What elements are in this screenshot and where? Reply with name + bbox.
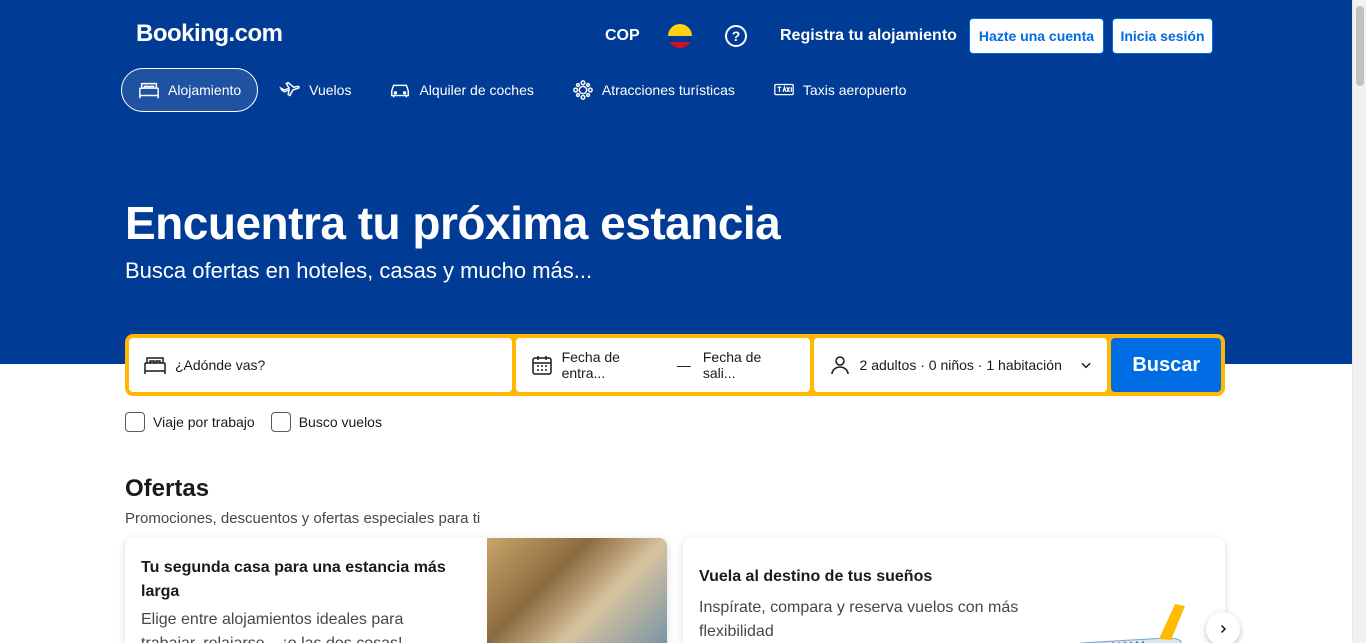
scrollbar[interactable] xyxy=(1352,0,1366,643)
flights-checkbox[interactable]: Busco vuelos xyxy=(270,412,382,432)
main-nav: Alojamiento Vuelos Alquiler de coches At… xyxy=(121,68,927,112)
work-trip-checkbox[interactable]: Viaje por trabajo xyxy=(125,412,255,432)
search-bar: ¿Adónde vas? Fecha de entra... — Fecha d… xyxy=(125,334,1225,396)
date-separator: — xyxy=(676,357,691,373)
guests-selector[interactable]: 2 adultos · 0 niños · 1 habitación xyxy=(813,338,1108,392)
hero-title: Encuentra tu próxima estancia xyxy=(125,197,781,249)
search-button[interactable]: Buscar xyxy=(1111,338,1222,392)
taxi-icon xyxy=(774,83,794,96)
offers-subtitle: Promociones, descuentos y ofertas especi… xyxy=(125,510,481,527)
date-picker[interactable]: Fecha de entra... — Fecha de sali... xyxy=(515,338,810,392)
hero-subtitle: Busca ofertas en hoteles, casas y mucho … xyxy=(125,258,593,283)
carousel-next-button[interactable] xyxy=(1206,612,1240,643)
checkout-date[interactable]: Fecha de sali... xyxy=(703,349,796,381)
scrollbar-thumb[interactable] xyxy=(1356,6,1364,86)
offer-card-text: Inspírate, compara y reserva vuelos con … xyxy=(699,599,1019,640)
sign-in-button[interactable]: Inicia sesión xyxy=(1112,18,1213,54)
car-icon xyxy=(391,84,410,98)
nav-tab-label: Atracciones turísticas xyxy=(601,82,735,98)
offers-title: Ofertas xyxy=(125,475,210,502)
search-options: Viaje por trabajo Busco vuelos xyxy=(125,412,382,432)
nav-tab-car-rental[interactable]: Alquiler de coches xyxy=(372,68,550,112)
nav-tab-flights[interactable]: Vuelos xyxy=(262,68,368,112)
airplane-illustration xyxy=(1080,604,1185,643)
calendar-icon xyxy=(531,356,552,375)
nav-tab-label: Taxis aeropuerto xyxy=(802,82,907,98)
destination-placeholder: ¿Adónde vas? xyxy=(175,357,266,373)
destination-input[interactable]: ¿Adónde vas? xyxy=(129,338,512,392)
nav-tab-label: Vuelos xyxy=(309,82,352,98)
nav-tab-label: Alquiler de coches xyxy=(419,82,534,98)
bed-icon xyxy=(144,357,166,374)
offer-card-long-stays[interactable]: Tu segunda casa para una estancia más la… xyxy=(125,538,667,643)
booking-logo[interactable]: Booking.com xyxy=(136,20,283,48)
offer-card-title: Vuela al destino de tus sueños xyxy=(699,568,933,585)
bed-icon xyxy=(139,82,159,99)
nav-tab-attractions[interactable]: Atracciones turísticas xyxy=(555,68,752,112)
person-icon xyxy=(830,356,849,375)
chevron-down-icon xyxy=(1081,362,1092,369)
chevron-right-icon xyxy=(1220,624,1227,634)
nav-tab-label: Alojamiento xyxy=(168,82,242,98)
register-property-link[interactable]: Registra tu alojamiento xyxy=(780,27,957,45)
nav-tab-stays[interactable]: Alojamiento xyxy=(121,68,259,112)
flights-label: Busco vuelos xyxy=(298,414,382,430)
language-flag-icon[interactable] xyxy=(668,24,692,48)
guests-summary: 2 adultos · 0 niños · 1 habitación xyxy=(859,357,1062,373)
offer-card-flights[interactable]: Vuela al destino de tus sueños Inspírate… xyxy=(683,538,1225,643)
currency-selector[interactable]: COP xyxy=(605,27,640,45)
hero-banner xyxy=(0,0,1352,364)
work-trip-label: Viaje por trabajo xyxy=(153,414,255,430)
nav-tab-airport-taxis[interactable]: Taxis aeropuerto xyxy=(756,68,924,112)
help-icon[interactable]: ? xyxy=(725,25,747,47)
plane-icon xyxy=(279,81,300,97)
attractions-icon xyxy=(572,80,593,100)
offer-card-image xyxy=(487,538,667,643)
checkin-date[interactable]: Fecha de entra... xyxy=(562,349,665,381)
checkbox-box[interactable] xyxy=(125,412,145,432)
offer-card-title: Tu segunda casa para una estancia más la… xyxy=(141,559,446,600)
create-account-button[interactable]: Hazte una cuenta xyxy=(969,18,1104,54)
offer-card-text: Elige entre alojamientos ideales para tr… xyxy=(141,611,404,643)
checkbox-box[interactable] xyxy=(270,412,291,432)
